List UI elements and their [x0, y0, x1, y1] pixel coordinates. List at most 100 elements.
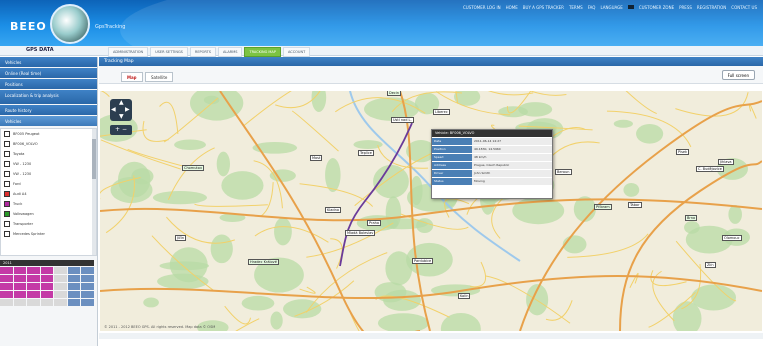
vehicle-color-icon[interactable] — [4, 201, 10, 207]
calendar-day[interactable] — [40, 275, 54, 282]
vehicle-color-icon[interactable] — [4, 181, 10, 187]
calendar-day[interactable] — [81, 291, 94, 298]
zoom-control[interactable]: + − — [110, 125, 132, 135]
calendar-day[interactable] — [27, 283, 40, 290]
vehicle-color-icon[interactable] — [4, 221, 10, 227]
sidebar-item-vehicles[interactable]: Vehicles — [0, 57, 97, 67]
nav-item[interactable]: ACCOUNT — [282, 47, 311, 57]
city-label[interactable]: Kolín — [458, 293, 471, 299]
calendar-day[interactable] — [13, 275, 27, 282]
calendar-day[interactable] — [13, 283, 27, 290]
calendar-day[interactable] — [40, 267, 54, 274]
vehicle-item[interactable]: BF006_VOLVO — [1, 139, 96, 149]
calendar-day[interactable] — [67, 267, 81, 274]
vehicle-item[interactable]: Transporter — [1, 219, 96, 229]
city-label[interactable]: Zlín — [705, 262, 716, 268]
pan-up-icon[interactable]: ▲ — [119, 99, 124, 106]
sidebar-item-online[interactable]: Online (Real time) — [0, 68, 97, 78]
vehicle-color-icon[interactable] — [4, 231, 10, 237]
city-label[interactable]: Příbram — [594, 204, 612, 210]
city-label[interactable]: Hradec Králové — [248, 259, 279, 265]
calendar-day[interactable] — [13, 299, 27, 306]
top-link[interactable]: CUSTOMER LOG IN — [463, 5, 501, 10]
calendar-day[interactable] — [0, 299, 13, 306]
vehicle-color-icon[interactable] — [4, 211, 10, 217]
pan-right-icon[interactable]: ▶ — [125, 106, 130, 113]
vehicle-item[interactable]: Audi A4 — [1, 189, 96, 199]
calendar-day[interactable] — [81, 299, 94, 306]
top-link[interactable]: HOME — [506, 5, 518, 10]
top-link[interactable]: BUY A GPS TRACKER — [523, 5, 564, 10]
calendar-day[interactable] — [27, 299, 40, 306]
calendar-day[interactable] — [0, 283, 13, 290]
calendar-day[interactable] — [0, 275, 13, 282]
nav-item[interactable]: ADMINISTRATION — [108, 47, 149, 57]
city-label[interactable]: Praha — [367, 220, 381, 226]
vehicle-color-icon[interactable] — [4, 161, 10, 167]
pan-down-icon[interactable]: ▼ — [119, 113, 124, 120]
vehicle-list-scrollbar[interactable] — [92, 129, 96, 255]
city-label[interactable]: Písek — [676, 149, 690, 155]
city-label[interactable]: Beroun — [555, 169, 572, 175]
vehicle-item[interactable]: Toyota — [1, 149, 96, 159]
sidebar-item-positions[interactable]: Positions — [0, 79, 97, 89]
vehicle-item[interactable]: BF005 Peugeot — [1, 129, 96, 139]
calendar-day[interactable] — [13, 267, 27, 274]
vehicle-item[interactable]: VW - 1230 — [1, 169, 96, 179]
calendar-day[interactable] — [40, 283, 54, 290]
city-label[interactable]: Liberec — [433, 109, 450, 115]
calendar-day[interactable] — [67, 299, 81, 306]
calendar-day[interactable] — [27, 291, 40, 298]
flag-icon[interactable] — [627, 5, 634, 9]
tab-map[interactable]: Map — [121, 72, 143, 82]
city-label[interactable]: Decin — [387, 91, 401, 96]
calendar-day[interactable] — [67, 291, 81, 298]
calendar-day[interactable] — [27, 267, 40, 274]
fullscreen-button[interactable]: Full screen — [721, 70, 755, 80]
city-label[interactable]: Jihlava — [718, 159, 734, 165]
city-label[interactable]: Ústí nad L. — [391, 117, 414, 123]
pan-left-icon[interactable]: ◀ — [111, 106, 116, 113]
vehicle-item[interactable]: Volkswagen — [1, 209, 96, 219]
calendar-day[interactable] — [54, 283, 67, 290]
calendar-day[interactable] — [0, 267, 13, 274]
nav-item[interactable]: TRACKING MAP — [244, 47, 281, 57]
top-link[interactable]: REGISTRATION — [697, 5, 726, 10]
nav-item[interactable]: REPORTS — [189, 47, 216, 57]
vehicle-item[interactable]: Ford — [1, 179, 96, 189]
sidebar-item-localization[interactable]: Localization & trip analysis — [0, 90, 97, 104]
nav-item[interactable]: ALARMS — [217, 47, 243, 57]
vehicle-color-icon[interactable] — [4, 191, 10, 197]
pan-control[interactable]: ▲ ◀ ▶ ▼ — [110, 99, 132, 121]
vehicle-color-icon[interactable] — [4, 171, 10, 177]
calendar-day[interactable] — [54, 275, 67, 282]
calendar-day[interactable] — [81, 267, 94, 274]
top-link[interactable]: FAQ — [588, 5, 596, 10]
city-label[interactable]: Most — [310, 155, 323, 161]
top-link[interactable]: TERMS — [569, 5, 583, 10]
nav-item[interactable]: USER SETTINGS — [150, 47, 188, 57]
city-label[interactable]: Pardubice — [412, 258, 434, 264]
calendar-day[interactable] — [67, 275, 81, 282]
calendar-day[interactable] — [40, 291, 54, 298]
scrollbar-thumb[interactable] — [92, 139, 96, 179]
calendar-day[interactable] — [81, 275, 94, 282]
vehicle-item[interactable]: VW - 1230 — [1, 159, 96, 169]
calendar-day[interactable] — [67, 283, 81, 290]
tab-satellite[interactable]: Satellite — [145, 72, 174, 82]
calendar-day[interactable] — [81, 283, 94, 290]
calendar-day[interactable] — [0, 291, 13, 298]
city-label[interactable]: Č. Budějovice — [696, 166, 724, 172]
calendar-day[interactable] — [40, 299, 54, 306]
sidebar-item-route-history[interactable]: Route history — [0, 105, 97, 115]
vehicle-item[interactable]: Truck — [1, 199, 96, 209]
calendar-day[interactable] — [54, 267, 67, 274]
calendar-day[interactable] — [54, 299, 67, 306]
vehicle-color-icon[interactable] — [4, 151, 10, 157]
city-label[interactable]: Chomutov — [182, 165, 205, 171]
calendar-day[interactable] — [27, 275, 40, 282]
city-label[interactable]: Olomouc — [722, 235, 742, 241]
city-label[interactable]: Brno — [685, 215, 698, 221]
city-label[interactable]: Teplice — [358, 150, 374, 156]
city-label[interactable]: Tábor — [628, 202, 642, 208]
